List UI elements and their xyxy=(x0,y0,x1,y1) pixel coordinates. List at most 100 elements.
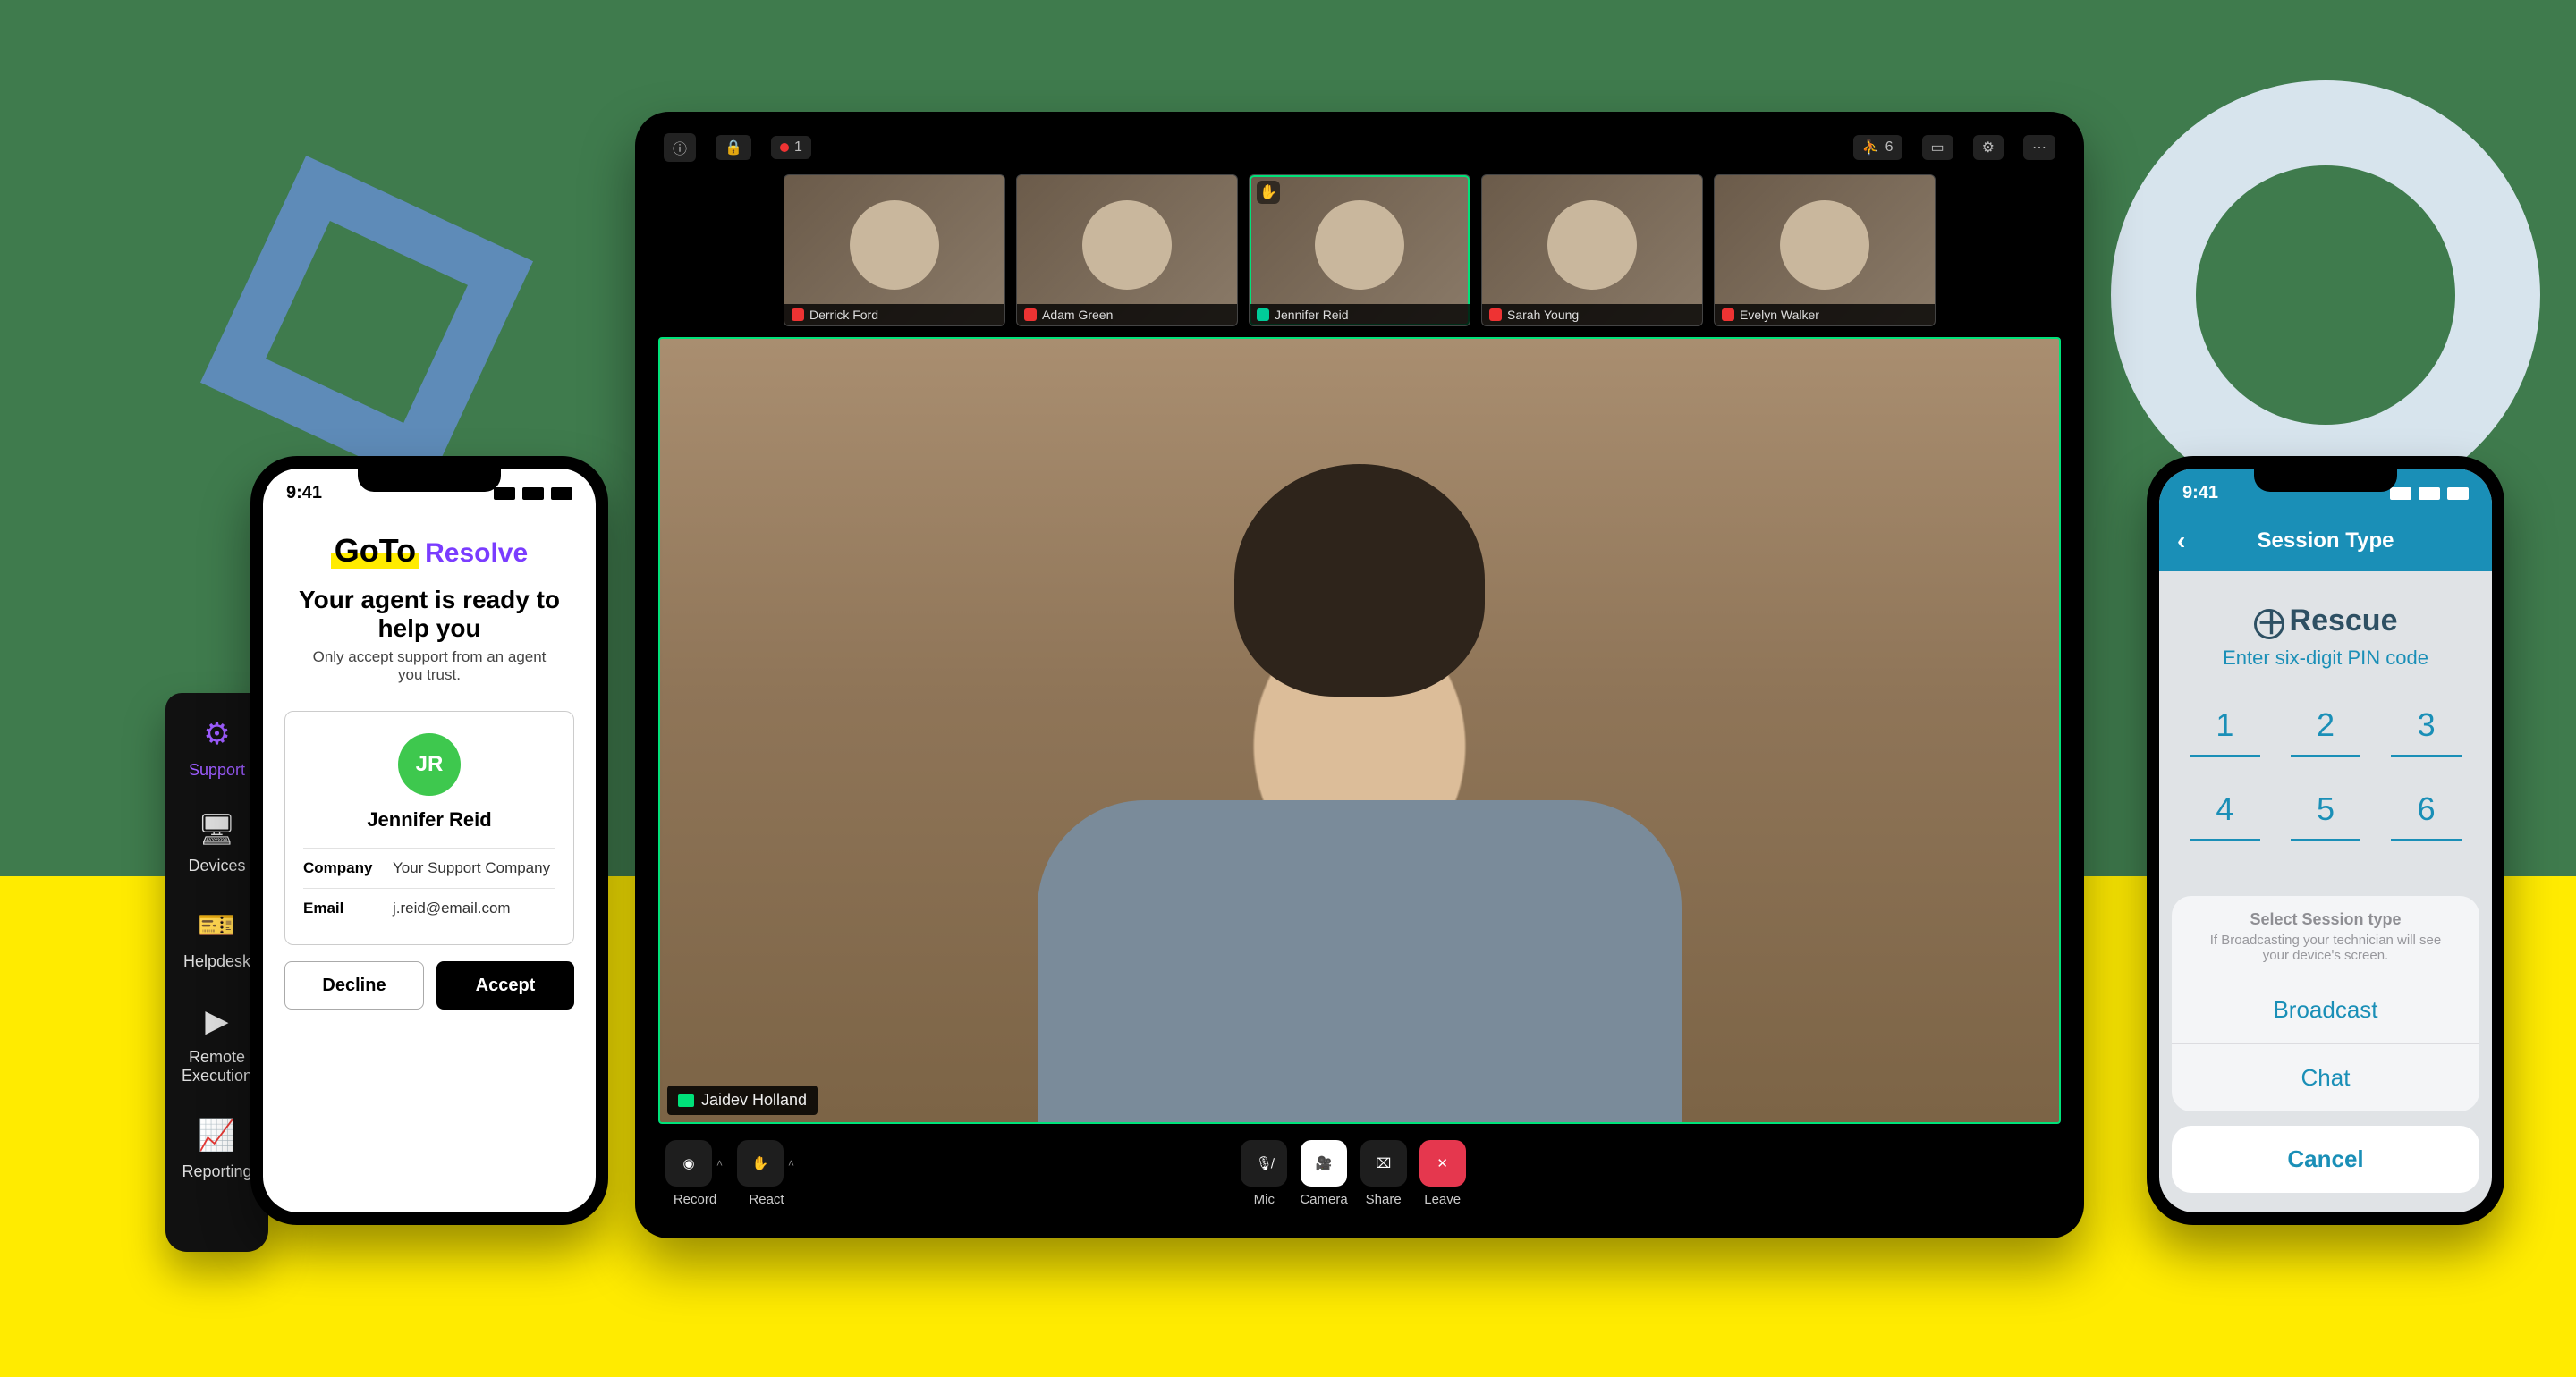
pin-grid: 1 2 3 4 5 6 xyxy=(2190,695,2462,841)
share-label: Share xyxy=(1366,1192,1402,1207)
share-button[interactable]: ⌧ xyxy=(1360,1140,1407,1187)
rescue-header-title: Session Type xyxy=(2258,528,2394,553)
thumb-derrick[interactable]: Derrick Ford xyxy=(784,174,1005,326)
wifi-icon xyxy=(522,487,544,500)
main-speaker-name: Jaidev Holland xyxy=(701,1091,807,1110)
conference-bottombar: ◉˄ Record ✋˄ React 🎙︎̸ Mic 🎥 Camera xyxy=(651,1124,2068,1211)
cellular-signal-icon xyxy=(494,487,515,500)
cellular-signal-icon xyxy=(2390,487,2411,500)
chevron-up-icon[interactable]: ˄ xyxy=(716,1157,723,1170)
alert-indicator[interactable]: 1 xyxy=(771,136,811,159)
info-button[interactable]: ⓘ xyxy=(664,133,696,162)
react-button[interactable]: ✋˄ xyxy=(737,1140,784,1187)
camera-icon: 🎥 xyxy=(1316,1155,1333,1171)
pin-digit-5[interactable]: 5 xyxy=(2291,779,2361,841)
sidebar-item-reporting[interactable]: 📈 Reporting xyxy=(182,1118,251,1181)
thumb-evelyn[interactable]: Evelyn Walker xyxy=(1714,174,1936,326)
sheet-hint: If Broadcasting your technician will see… xyxy=(2172,933,2479,976)
phone-notch xyxy=(2254,469,2397,492)
rescue-header: ‹ Session Type xyxy=(2159,511,2492,571)
mic-off-icon: 🎙︎̸ xyxy=(1256,1155,1273,1171)
resolve-logo: GoToResolve xyxy=(263,532,596,570)
sidebar-item-remote-execution[interactable]: ▶ Remote Execution xyxy=(173,1003,262,1086)
agent-name: Jennifer Reid xyxy=(367,808,491,832)
main-speaker-video[interactable]: Jaidev Holland xyxy=(658,337,2061,1124)
settings-button[interactable]: ⚙ xyxy=(1973,135,2004,160)
sidebar-item-label: Remote Execution xyxy=(173,1048,262,1086)
sidebar-item-label: Helpdesk xyxy=(183,952,250,971)
thumbnail-strip: Derrick Ford Adam Green ✋ Jennifer Reid … xyxy=(651,174,2068,337)
back-button[interactable]: ‹ xyxy=(2177,527,2185,555)
remote-execution-icon: ▶ xyxy=(199,1003,235,1039)
thumb-jennifer[interactable]: ✋ Jennifer Reid xyxy=(1249,174,1470,326)
more-button[interactable]: ⋯ xyxy=(2023,135,2055,160)
participant-count: 6 xyxy=(1885,139,1894,156)
mic-button[interactable]: 🎙︎̸ xyxy=(1241,1140,1287,1187)
pin-digit-2[interactable]: 2 xyxy=(2291,695,2361,757)
company-label: Company xyxy=(303,859,393,877)
rescue-plus-icon: ＋ xyxy=(2254,609,2284,639)
rescue-subtitle: Enter six-digit PIN code xyxy=(2159,646,2492,670)
participants-button[interactable]: ⛹ 6 xyxy=(1853,135,1902,160)
record-label: Record xyxy=(674,1192,716,1207)
thumb-name: Derrick Ford xyxy=(809,308,878,322)
agent-card: JR Jennifer Reid Company Your Support Co… xyxy=(284,711,574,945)
action-sheet: Select Session type If Broadcasting your… xyxy=(2172,896,2479,1193)
camera-label: Camera xyxy=(1300,1192,1347,1207)
thumb-sarah[interactable]: Sarah Young xyxy=(1481,174,1703,326)
thumb-person-icon xyxy=(1082,200,1172,290)
mic-muted-icon xyxy=(1489,308,1502,321)
speaker-torso-icon xyxy=(1038,800,1682,1122)
status-time: 9:41 xyxy=(286,483,322,503)
rescue-brand: ＋Rescue xyxy=(2159,604,2492,639)
leave-button[interactable]: ✕ xyxy=(1419,1140,1466,1187)
decline-button[interactable]: Decline xyxy=(284,961,424,1010)
speaker-head-icon xyxy=(1234,464,1485,697)
chevron-up-icon[interactable]: ˄ xyxy=(788,1157,794,1170)
close-icon: ✕ xyxy=(1436,1155,1448,1171)
reporting-icon: 📈 xyxy=(199,1118,234,1153)
thumb-person-icon xyxy=(850,200,939,290)
cancel-button[interactable]: Cancel xyxy=(2172,1126,2479,1193)
pin-digit-3[interactable]: 3 xyxy=(2391,695,2462,757)
main-speaker-namebar: Jaidev Holland xyxy=(667,1086,818,1115)
hand-raised-icon: ✋ xyxy=(1257,181,1280,204)
lock-button[interactable]: 🔒 xyxy=(716,135,751,160)
battery-icon xyxy=(2447,487,2469,500)
person-icon: ⛹ xyxy=(1862,139,1880,156)
share-screen-icon: ⌧ xyxy=(1376,1155,1391,1171)
agent-avatar: JR xyxy=(398,733,461,796)
sidebar-item-label: Support xyxy=(189,761,245,780)
resolve-headline: Your agent is ready to help you xyxy=(263,577,596,648)
thumb-person-icon xyxy=(1780,200,1869,290)
option-broadcast[interactable]: Broadcast xyxy=(2172,976,2479,1043)
sidebar-item-support[interactable]: ⚙ Support xyxy=(189,716,245,780)
sidebar-item-devices[interactable]: 🖥 Devices xyxy=(188,812,245,875)
sheet-title: Select Session type xyxy=(2172,896,2479,933)
speaking-indicator-icon xyxy=(678,1094,694,1107)
camera-button[interactable]: 🎥 xyxy=(1301,1140,1347,1187)
helpdesk-icon: 🎫 xyxy=(199,908,234,943)
pin-digit-1[interactable]: 1 xyxy=(2190,695,2260,757)
alert-dot-icon xyxy=(780,143,789,152)
accept-button[interactable]: Accept xyxy=(436,961,574,1010)
logo-brand: GoTo xyxy=(331,532,419,569)
mic-label: Mic xyxy=(1254,1192,1275,1207)
leave-label: Leave xyxy=(1424,1192,1461,1207)
email-value: j.reid@email.com xyxy=(393,900,511,917)
layout-button[interactable]: ▭ xyxy=(1922,135,1953,160)
thumb-name: Evelyn Walker xyxy=(1740,308,1819,322)
sidebar-item-label: Reporting xyxy=(182,1162,251,1181)
record-button[interactable]: ◉˄ xyxy=(665,1140,712,1187)
pin-digit-6[interactable]: 6 xyxy=(2391,779,2462,841)
status-time: 9:41 xyxy=(2182,483,2218,503)
sidebar-item-helpdesk[interactable]: 🎫 Helpdesk xyxy=(183,908,250,971)
option-chat[interactable]: Chat xyxy=(2172,1043,2479,1111)
thumb-person-icon xyxy=(1315,200,1404,290)
email-label: Email xyxy=(303,900,393,917)
pin-digit-4[interactable]: 4 xyxy=(2190,779,2260,841)
thumb-adam[interactable]: Adam Green xyxy=(1016,174,1238,326)
wifi-icon xyxy=(2419,487,2440,500)
support-icon: ⚙ xyxy=(199,716,234,752)
conference-topbar: ⓘ 🔒 1 ⛹ 6 ▭ ⚙ ⋯ xyxy=(651,128,2068,174)
